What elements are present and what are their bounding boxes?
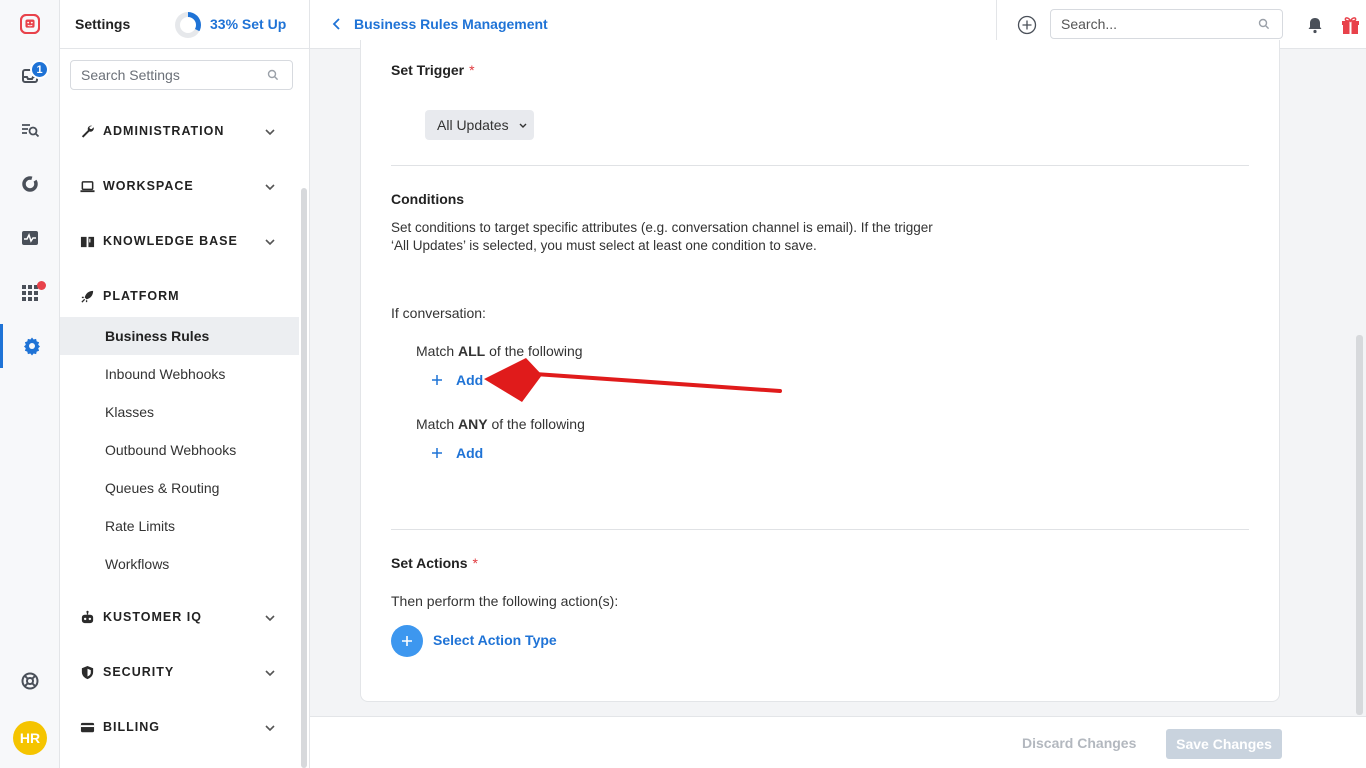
chevron-down-icon — [265, 239, 275, 246]
match-all-suffix: of the following — [485, 343, 583, 359]
match-any-label: Match ANY of the following — [416, 416, 585, 432]
section-divider — [391, 165, 1249, 166]
match-all-keyword: ALL — [458, 343, 486, 359]
add-any-condition-button[interactable]: Add — [431, 445, 483, 461]
match-all-label: Match ALL of the following — [416, 343, 583, 359]
match-any-keyword: ANY — [458, 416, 488, 432]
help-lifebuoy-icon[interactable] — [0, 659, 60, 703]
section-security[interactable]: SECURITY — [60, 652, 300, 692]
actions-heading: Set Actions * — [391, 555, 478, 571]
add-label: Add — [456, 445, 484, 461]
match-any-prefix: Match — [416, 416, 459, 432]
section-label: SECURITY — [103, 665, 175, 679]
sidebar-scrollbar[interactable] — [301, 188, 307, 768]
required-mark: * — [472, 555, 478, 571]
conditions-heading: Conditions — [391, 191, 465, 207]
sidebar-item-inbound-webhooks[interactable]: Inbound Webhooks — [60, 355, 299, 393]
actions-label: Set Actions — [391, 555, 468, 571]
plus-icon — [432, 448, 442, 458]
setup-progress-label[interactable]: 33% Set Up — [210, 16, 286, 32]
actions-description: Then perform the following action(s): — [391, 593, 619, 609]
search-icon — [1258, 18, 1270, 30]
section-workspace[interactable]: WORKSPACE — [60, 166, 300, 206]
section-label: WORKSPACE — [103, 179, 194, 193]
wrench-icon — [81, 125, 94, 138]
chevron-down-icon — [265, 129, 275, 136]
settings-search-input[interactable] — [70, 60, 293, 90]
save-changes-button[interactable]: Save Changes — [1166, 729, 1282, 759]
icon-rail: 1 HR — [0, 0, 60, 768]
match-all-prefix: Match — [416, 343, 459, 359]
user-avatar[interactable]: HR — [13, 721, 47, 755]
reports-donut-icon[interactable] — [0, 162, 60, 206]
sidebar-item-klasses[interactable]: Klasses — [60, 393, 299, 431]
activity-icon[interactable] — [0, 216, 60, 260]
section-label: BILLING — [103, 720, 160, 734]
setup-progress-ring[interactable] — [175, 12, 201, 38]
inbox-icon[interactable]: 1 — [0, 54, 60, 98]
trigger-dropdown[interactable]: All Updates — [425, 110, 534, 140]
section-label: KUSTOMER IQ — [103, 610, 202, 624]
section-billing[interactable]: BILLING — [60, 707, 300, 747]
sidebar-title: Settings — [75, 16, 131, 32]
sidebar-item-queues-routing[interactable]: Queues & Routing — [60, 469, 299, 507]
settings-gear-icon[interactable] — [0, 324, 60, 368]
chevron-down-icon — [265, 670, 275, 677]
settings-sidebar: Settings 33% Set Up ADMINISTRATION WORKS… — [60, 0, 310, 768]
notification-dot — [37, 281, 46, 290]
breadcrumb[interactable]: Business Rules Management — [354, 16, 548, 32]
sidebar-item-outbound-webhooks[interactable]: Outbound Webhooks — [60, 431, 299, 469]
gift-icon[interactable] — [1340, 14, 1361, 35]
section-kustomer-iq[interactable]: KUSTOMER IQ — [60, 597, 300, 637]
plus-icon — [402, 636, 412, 646]
shield-icon — [81, 665, 94, 680]
rocket-icon — [81, 290, 94, 303]
section-label: KNOWLEDGE BASE — [103, 234, 238, 248]
section-knowledge-base[interactable]: KNOWLEDGE BASE — [60, 221, 300, 261]
trigger-heading: Set Trigger * — [391, 62, 475, 78]
chevron-down-icon — [265, 615, 275, 622]
red-annotation-arrow — [484, 358, 782, 402]
main-scrollbar[interactable] — [1356, 335, 1363, 715]
sidebar-item-rate-limits[interactable]: Rate Limits — [60, 507, 299, 545]
sidebar-item-business-rules[interactable]: Business Rules — [60, 317, 299, 355]
add-circle-icon[interactable] — [1017, 15, 1037, 35]
select-action-type-button[interactable]: Select Action Type — [433, 632, 557, 648]
global-search-input[interactable] — [1050, 9, 1283, 39]
section-administration[interactable]: ADMINISTRATION — [60, 111, 300, 151]
conditions-description: Set conditions to target specific attrib… — [391, 220, 933, 253]
discard-changes-button[interactable]: Discard Changes — [1022, 735, 1136, 751]
section-label: ADMINISTRATION — [103, 124, 225, 138]
search-icon — [267, 69, 279, 81]
book-icon — [80, 236, 95, 248]
trigger-label: Set Trigger — [391, 62, 465, 78]
section-platform[interactable]: PLATFORM — [60, 276, 300, 316]
chevron-down-icon — [519, 123, 527, 128]
section-divider — [391, 529, 1249, 530]
add-all-condition-button[interactable]: Add — [431, 372, 483, 388]
trigger-dropdown-value: All Updates — [437, 117, 509, 133]
chevron-down-icon — [265, 725, 275, 732]
match-any-suffix: of the following — [487, 416, 585, 432]
plus-icon — [432, 375, 442, 385]
form-footer: Discard Changes Save Changes — [310, 716, 1366, 768]
laptop-icon — [80, 181, 95, 193]
search-list-icon[interactable] — [0, 108, 60, 152]
back-chevron-icon[interactable] — [332, 18, 342, 30]
chevron-down-icon — [265, 184, 275, 191]
sidebar-header: Settings 33% Set Up — [60, 0, 310, 49]
robot-icon — [81, 610, 94, 624]
section-label: PLATFORM — [103, 289, 180, 303]
add-action-circle-button[interactable] — [391, 625, 423, 657]
credit-card-icon — [80, 722, 95, 733]
apps-grid-icon[interactable] — [0, 270, 60, 314]
sidebar-item-workflows[interactable]: Workflows — [60, 545, 299, 583]
required-mark: * — [469, 62, 475, 78]
inbox-badge: 1 — [30, 60, 49, 79]
kustomer-logo-icon[interactable] — [0, 2, 60, 46]
bell-icon[interactable] — [1306, 16, 1324, 34]
if-conversation-label: If conversation: — [391, 305, 486, 321]
